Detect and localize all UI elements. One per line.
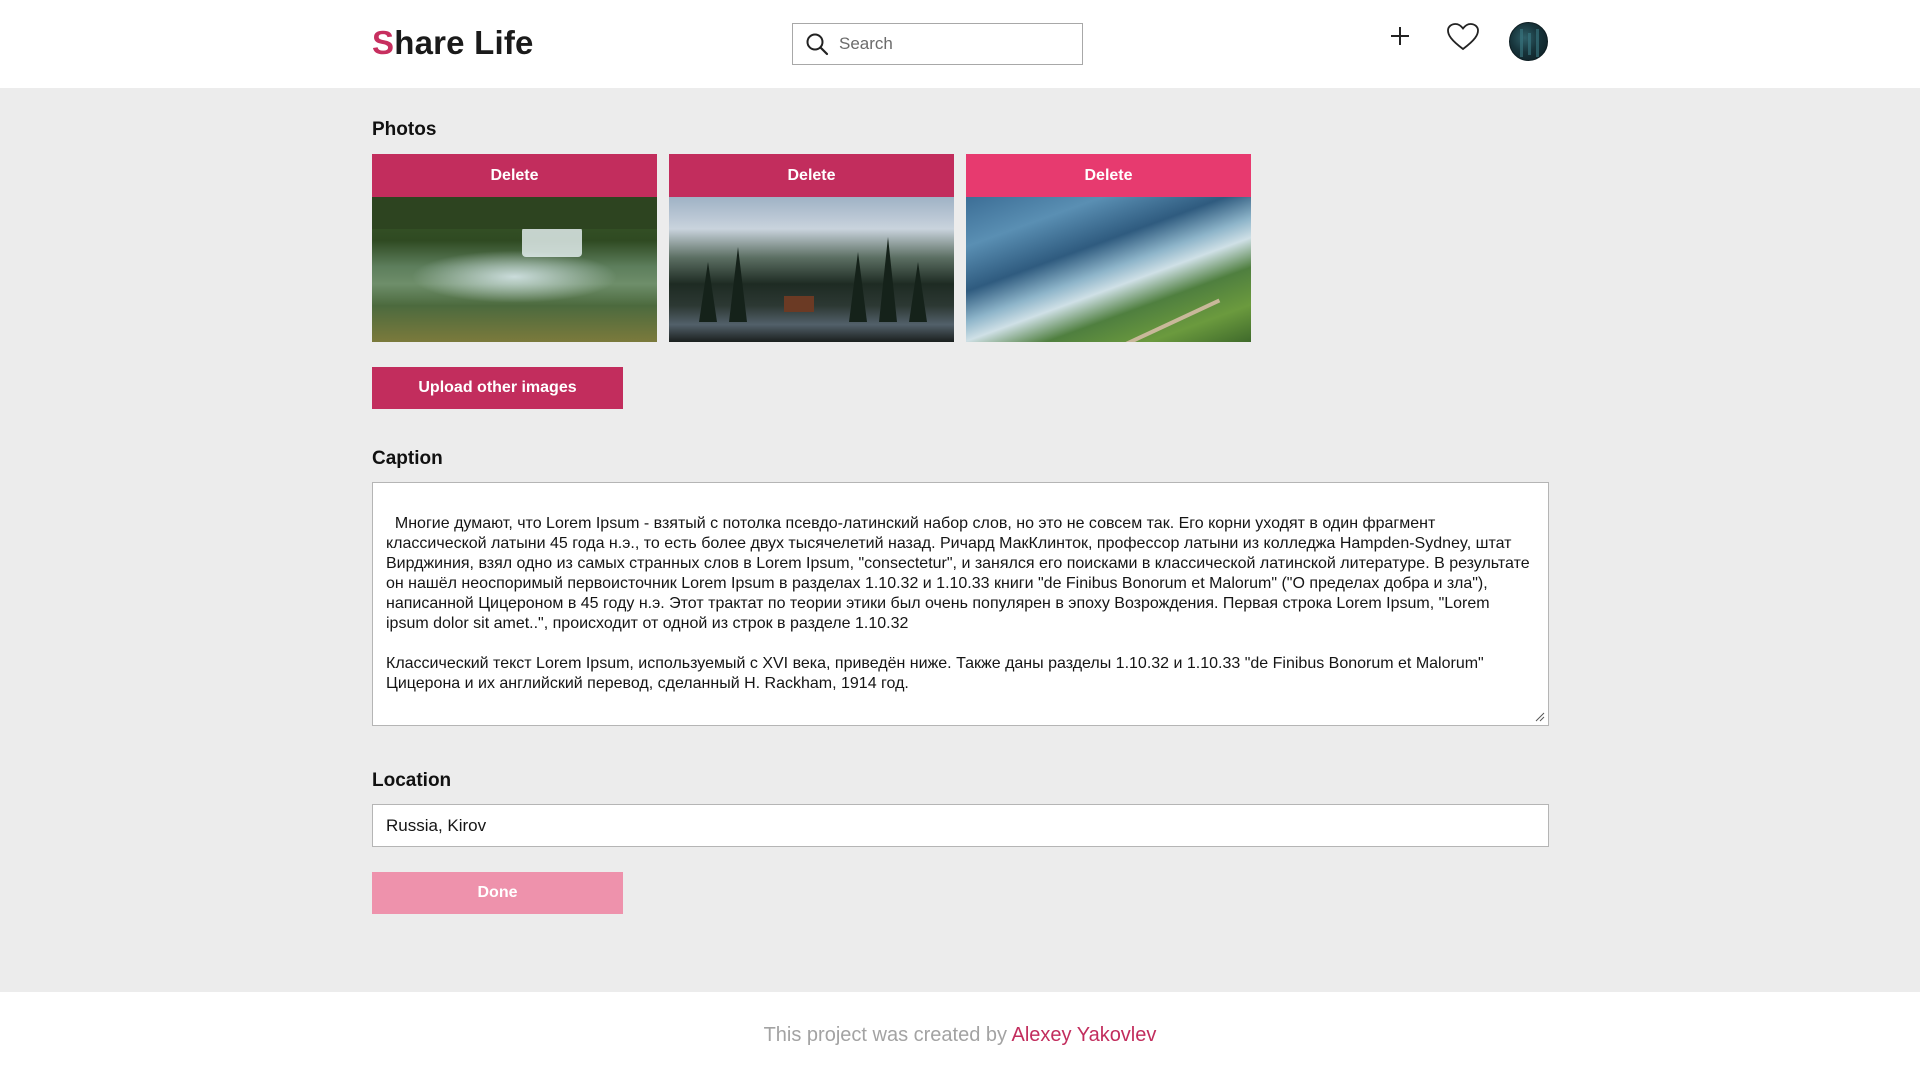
author-link[interactable]: Alexey Yakovlev <box>1011 1024 1156 1046</box>
photo-card: Delete <box>669 154 954 342</box>
photos-title: Photos <box>372 119 437 140</box>
photo-fjord <box>966 197 1251 342</box>
location-input[interactable] <box>372 804 1549 847</box>
upload-images-button[interactable]: Upload other images <box>372 367 623 409</box>
delete-photo-button[interactable]: Delete <box>669 154 954 197</box>
avatar[interactable] <box>1509 22 1548 61</box>
logo-text: hare Life <box>394 24 534 61</box>
photo-card: Delete <box>372 154 657 342</box>
done-button[interactable]: Done <box>372 872 623 914</box>
logo[interactable]: Share Life <box>372 24 534 62</box>
search-bar[interactable] <box>792 23 1083 65</box>
caption-title: Caption <box>372 448 443 469</box>
delete-photo-button[interactable]: Delete <box>966 154 1251 197</box>
caption-textarea[interactable]: Многие думают, что Lorem Ipsum - взятый … <box>372 482 1549 726</box>
plus-icon[interactable] <box>1386 22 1414 50</box>
photo-card: Delete <box>966 154 1251 342</box>
caption-text: Многие думают, что Lorem Ipsum - взятый … <box>386 515 1530 692</box>
logo-first-letter: S <box>372 24 395 61</box>
footer-text: This project was created by Alexey Yakov… <box>0 1024 1920 1047</box>
footer-caption: This project was created by <box>763 1024 1012 1046</box>
photo-waterfall <box>372 197 657 342</box>
resize-grip-icon[interactable] <box>1535 712 1545 722</box>
search-icon <box>806 33 829 56</box>
header: Share Life <box>0 0 1920 88</box>
footer: This project was created by Alexey Yakov… <box>0 992 1920 1080</box>
heart-icon[interactable] <box>1446 22 1480 52</box>
search-input[interactable] <box>839 34 1059 54</box>
location-title: Location <box>372 770 452 791</box>
photo-mountain-lake <box>669 197 954 342</box>
delete-photo-button[interactable]: Delete <box>372 154 657 197</box>
